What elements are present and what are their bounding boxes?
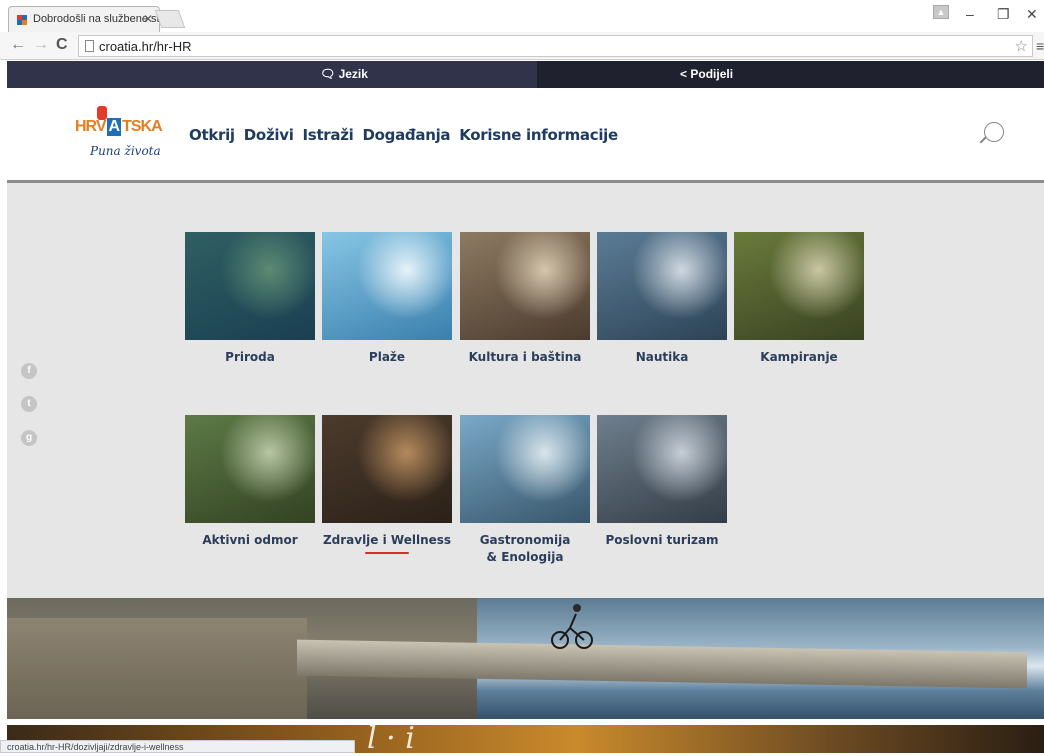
menu-card-plaze[interactable]: Plaže [322, 232, 452, 366]
favicon-icon [17, 15, 27, 25]
card-label: Kultura i baština [468, 350, 582, 364]
profile-icon[interactable]: ▲ [933, 5, 949, 19]
browser-toolbar: ← → C croatia.hr/hr-HR ☆ ≡ [0, 32, 1044, 60]
card-image [322, 415, 452, 523]
hero-coast [7, 618, 307, 722]
speech-bubble-icon: 🗨 [320, 67, 336, 81]
card-label: Nautika [635, 350, 689, 364]
browser-status-bar: croatia.hr/hr-HR/dozivljaji/zdravlje-i-w… [0, 740, 355, 753]
browser-tab-bar: Dobrodošli na službene st ✕ ▲ – ❐ ✕ [0, 0, 1044, 32]
menu-card-priroda[interactable]: Priroda [185, 232, 315, 366]
card-label: Gastronomija & Enologija [479, 533, 571, 564]
menu-card-kampiranje[interactable]: Kampiranje [734, 232, 864, 366]
search-icon[interactable] [984, 122, 1004, 142]
menu-card-nautika[interactable]: Nautika [597, 232, 727, 366]
menu-card-kultura[interactable]: Kultura i baština [460, 232, 590, 366]
bookmark-star-icon[interactable]: ☆ [1015, 37, 1028, 55]
card-label: Priroda [225, 350, 275, 364]
language-label: Jezik [338, 67, 368, 81]
share-label: Podijeli [690, 67, 734, 81]
card-image [460, 232, 590, 340]
site-header: HRV A TSKA Puna života Otkrij Doživi Istra… [7, 88, 1044, 182]
close-window-icon[interactable]: ✕ [1026, 6, 1038, 23]
close-tab-icon[interactable]: ✕ [143, 12, 153, 26]
hero-image [7, 598, 1044, 722]
card-label: Aktivni odmor [202, 533, 298, 547]
page-icon [85, 40, 94, 52]
logo-wordmark: HRV A TSKA [75, 118, 163, 136]
menu-card-gastronomija[interactable]: Gastronomija & Enologija [460, 415, 590, 566]
share-icon: < [680, 67, 688, 81]
nav-item-dozivi[interactable]: Doživi [244, 126, 294, 144]
card-label: Plaže [368, 350, 406, 364]
card-label: Zdravlje i Wellness [322, 533, 452, 547]
reload-icon[interactable]: C [56, 36, 68, 54]
banner-text: l · i [367, 721, 415, 756]
browser-tab[interactable]: Dobrodošli na službene st ✕ [8, 6, 160, 32]
menu-card-poslovni-turizam[interactable]: Poslovni turizam [597, 415, 727, 549]
restore-icon[interactable]: ❐ [997, 6, 1010, 23]
cyclist-figure [551, 604, 593, 649]
nav-item-istrazi[interactable]: Istraži [303, 126, 354, 144]
main-navigation: Otkrij Doživi Istraži Događanja Korisne … [189, 126, 618, 144]
card-image [185, 232, 315, 340]
url-text: croatia.hr/hr-HR [99, 39, 192, 54]
share-button[interactable]: < Podijeli [680, 67, 733, 81]
site-logo[interactable]: HRV A TSKA Puna života [75, 106, 167, 170]
forward-icon[interactable]: → [33, 36, 49, 54]
hover-underline [365, 552, 409, 554]
tab-title: Dobrodošli na službene st [33, 13, 160, 25]
back-icon[interactable]: ← [10, 36, 26, 54]
twitter-icon[interactable]: t [21, 396, 37, 412]
card-label: Poslovni turizam [605, 533, 719, 547]
card-label: Kampiranje [760, 350, 838, 364]
card-image [597, 232, 727, 340]
card-image [185, 415, 315, 523]
nav-item-korisne-informacije[interactable]: Korisne informacije [459, 126, 618, 144]
nav-item-dogadanja[interactable]: Događanja [363, 126, 451, 144]
card-image [322, 232, 452, 340]
nav-item-otkrij[interactable]: Otkrij [189, 126, 235, 144]
share-bar-section [537, 61, 1044, 88]
minimize-icon[interactable]: – [966, 6, 974, 22]
card-image [460, 415, 590, 523]
mega-menu-panel: Priroda Plaže Kultura i baština Nautika … [7, 183, 1044, 598]
card-image [734, 232, 864, 340]
top-utility-bar: 🗨 Jezik < Podijeli [7, 61, 1044, 88]
card-image [597, 415, 727, 523]
address-bar[interactable]: croatia.hr/hr-HR ☆ [78, 35, 1033, 57]
menu-card-aktivni-odmor[interactable]: Aktivni odmor [185, 415, 315, 549]
browser-menu-icon[interactable]: ≡ [1036, 38, 1044, 54]
logo-tagline: Puna života [90, 144, 161, 158]
language-button[interactable]: 🗨 Jezik [320, 67, 368, 81]
menu-card-zdravlje-wellness[interactable]: Zdravlje i Wellness [322, 415, 452, 554]
facebook-icon[interactable]: f [21, 363, 37, 379]
new-tab-button[interactable] [154, 10, 186, 28]
googleplus-icon[interactable]: g [21, 430, 37, 446]
